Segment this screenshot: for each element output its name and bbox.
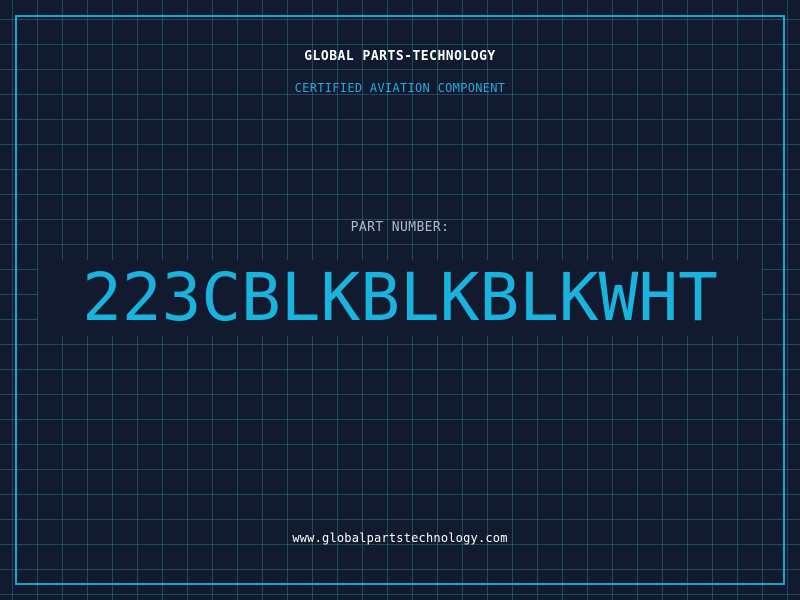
brand-name: GLOBAL PARTS-TECHNOLOGY <box>304 49 496 64</box>
part-number-value: 223CBLKBLKBLKWHT <box>82 259 718 336</box>
tagline: CERTIFIED AVIATION COMPONENT <box>294 81 506 95</box>
website-url: www.globalpartstechnology.com <box>292 531 508 545</box>
part-number-label: PART NUMBER: <box>350 220 450 235</box>
